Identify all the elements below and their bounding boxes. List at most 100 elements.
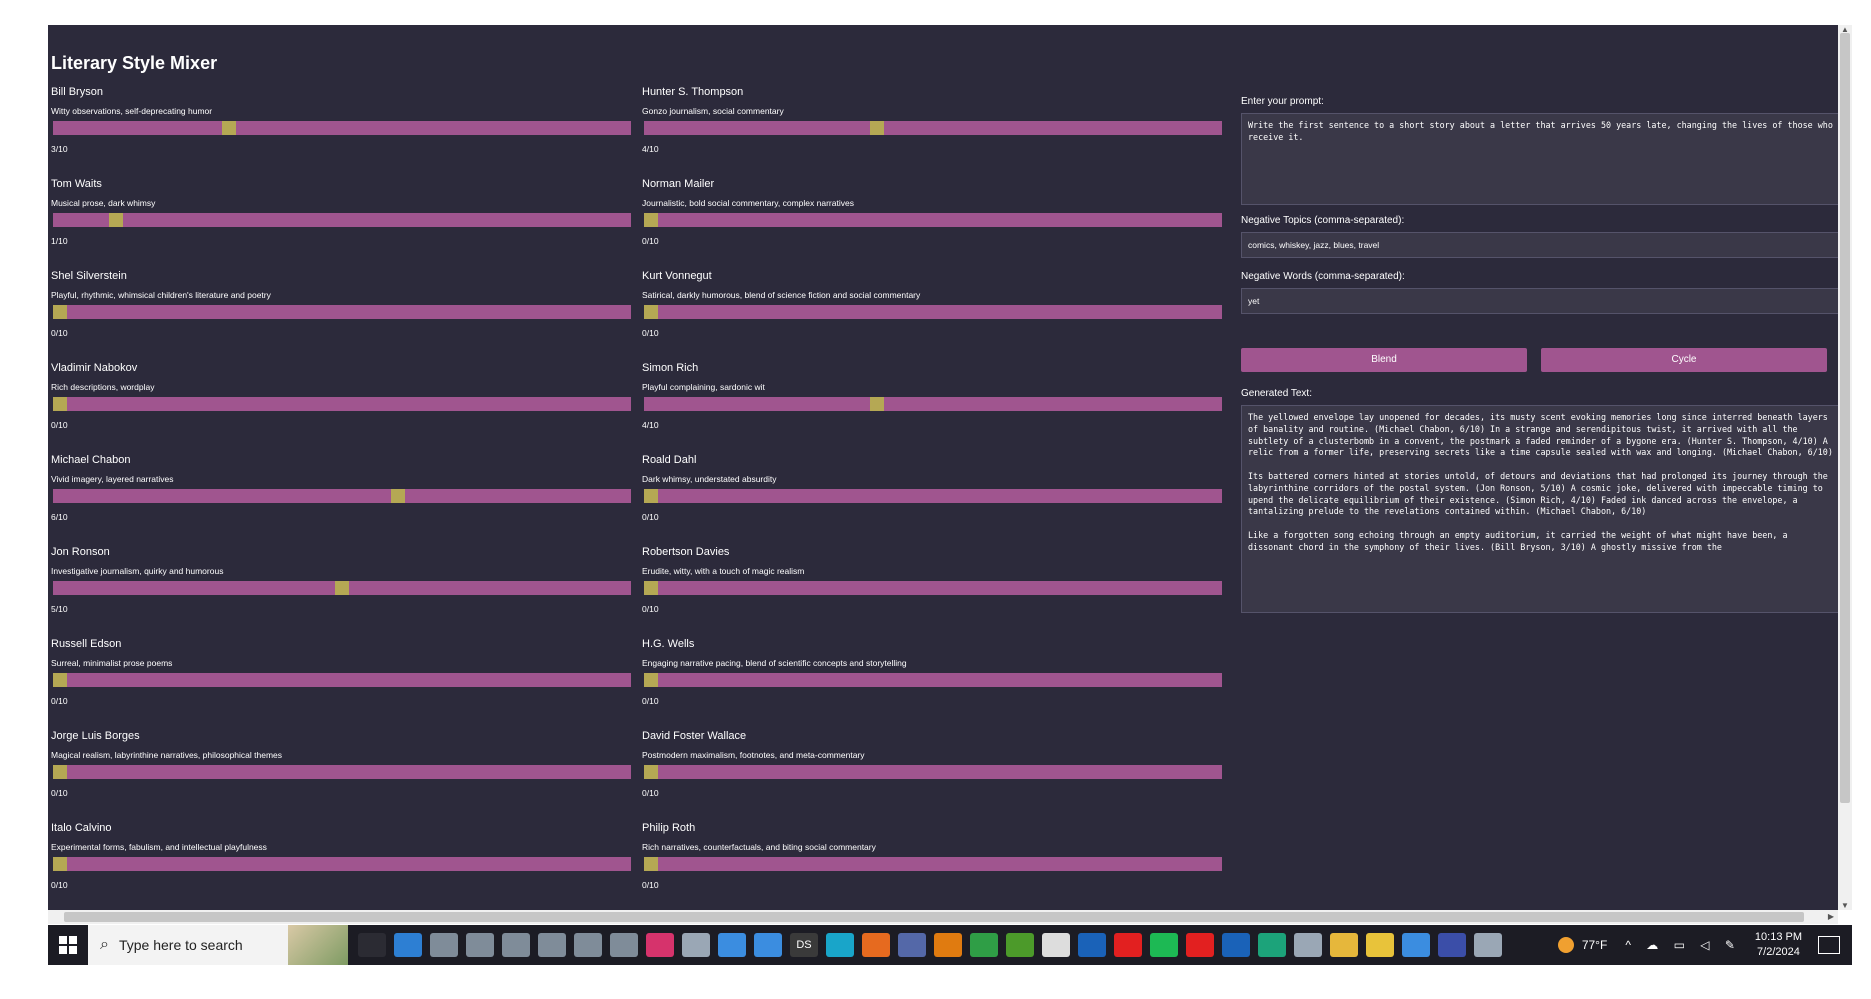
slider-thumb[interactable] — [869, 397, 884, 411]
weather-widget[interactable]: 77°F — [1557, 937, 1607, 953]
slider-thumb[interactable] — [53, 765, 67, 779]
window-icon[interactable] — [826, 933, 854, 957]
premiere-icon[interactable] — [1438, 933, 1466, 957]
author-weight-value: 0/10 — [51, 696, 68, 706]
author-description: Magical realism, labyrinthine narratives… — [51, 750, 283, 760]
author-weight-slider[interactable] — [53, 581, 631, 595]
app-icon[interactable] — [1474, 933, 1502, 957]
author-name: H.G. Wells — [642, 638, 695, 650]
slider-thumb[interactable] — [109, 213, 124, 227]
author-weight-slider[interactable] — [53, 673, 631, 687]
firefox-icon[interactable] — [862, 933, 890, 957]
horizontal-scroll-thumb[interactable] — [64, 912, 1804, 922]
file-icon[interactable] — [466, 933, 494, 957]
youtube-icon[interactable] — [1114, 933, 1142, 957]
slider-thumb[interactable] — [53, 305, 67, 319]
outlook-icon[interactable] — [1222, 933, 1250, 957]
author-weight-slider[interactable] — [644, 673, 1222, 687]
author-weight-value: 0/10 — [642, 696, 659, 706]
negative-topics-input[interactable]: comics, whiskey, jazz, blues, travel — [1241, 232, 1838, 258]
author-weight-slider[interactable] — [53, 305, 631, 319]
slider-thumb[interactable] — [644, 213, 658, 227]
slider-thumb[interactable] — [644, 489, 658, 503]
author-description: Journalistic, bold social commentary, co… — [642, 198, 854, 208]
search-app-icon[interactable] — [934, 933, 962, 957]
cloud-icon[interactable] — [718, 933, 746, 957]
prompt-textarea[interactable]: Write the first sentence to a short stor… — [1241, 113, 1838, 205]
note-icon[interactable] — [1366, 933, 1394, 957]
clock[interactable]: 10:13 PM 7/2/2024 — [1755, 930, 1802, 960]
slider-thumb[interactable] — [644, 305, 658, 319]
slider-thumb[interactable] — [222, 121, 237, 135]
author-weight-slider[interactable] — [644, 765, 1222, 779]
game-icon[interactable] — [1006, 933, 1034, 957]
file-icon[interactable] — [502, 933, 530, 957]
browser-icon[interactable] — [898, 933, 926, 957]
task-view-icon[interactable] — [358, 933, 386, 957]
file-icon[interactable] — [610, 933, 638, 957]
vertical-scroll-thumb[interactable] — [1840, 33, 1850, 803]
author-weight-slider[interactable] — [53, 121, 631, 135]
horizontal-scrollbar[interactable]: ▶ — [48, 910, 1838, 924]
author-weight-slider[interactable] — [53, 397, 631, 411]
cloud-icon[interactable] — [754, 933, 782, 957]
app-icon[interactable] — [1402, 933, 1430, 957]
author-weight-slider[interactable] — [644, 305, 1222, 319]
ds-icon[interactable]: DS — [790, 933, 818, 957]
author-slider-group: Bill Bryson Witty observations, self-depr… — [51, 83, 631, 175]
outlook-icon[interactable] — [1078, 933, 1106, 957]
slider-thumb[interactable] — [53, 857, 67, 871]
author-weight-slider[interactable] — [53, 857, 631, 871]
author-weight-value: 3/10 — [51, 144, 68, 154]
author-weight-slider[interactable] — [644, 581, 1222, 595]
spotify-icon[interactable] — [1150, 933, 1178, 957]
slider-thumb[interactable] — [869, 121, 884, 135]
edge-icon[interactable] — [1258, 933, 1286, 957]
file-icon[interactable] — [538, 933, 566, 957]
slider-thumb[interactable] — [391, 489, 406, 503]
author-weight-slider[interactable] — [53, 765, 631, 779]
author-weight-slider[interactable] — [644, 857, 1222, 871]
instagram-icon[interactable] — [646, 933, 674, 957]
notification-icon[interactable] — [1818, 936, 1840, 954]
scroll-right-icon[interactable]: ▶ — [1828, 910, 1834, 924]
negative-words-input[interactable]: yet — [1241, 288, 1838, 314]
author-weight-slider[interactable] — [644, 121, 1222, 135]
youtube-icon[interactable] — [1186, 933, 1214, 957]
vertical-scrollbar[interactable]: ▲ ▼ — [1838, 25, 1852, 910]
slider-thumb[interactable] — [53, 673, 67, 687]
search-highlight-image — [288, 925, 348, 965]
author-description: Satirical, darkly humorous, blend of sci… — [642, 290, 921, 300]
slider-thumb[interactable] — [644, 765, 658, 779]
slider-thumb[interactable] — [335, 581, 349, 595]
cycle-button[interactable]: Cycle — [1541, 348, 1827, 372]
author-weight-slider[interactable] — [53, 489, 631, 503]
author-weight-slider[interactable] — [644, 489, 1222, 503]
prompt-label: Enter your prompt: — [1241, 96, 1324, 107]
mail-icon[interactable] — [394, 933, 422, 957]
slider-thumb[interactable] — [53, 397, 67, 411]
author-slider-group: Robertson Davies Erudite, witty, with a t… — [642, 543, 1222, 635]
slider-thumb[interactable] — [644, 581, 658, 595]
tray-icons[interactable]: ^ ☁ ▭ ◁ ✎ — [1625, 938, 1741, 952]
app-icon[interactable] — [1294, 933, 1322, 957]
inkscape-icon[interactable] — [1042, 933, 1070, 957]
author-weight-slider[interactable] — [53, 213, 631, 227]
scroll-down-icon[interactable]: ▼ — [1838, 901, 1852, 910]
file-icon[interactable] — [430, 933, 458, 957]
chrome-icon[interactable] — [970, 933, 998, 957]
author-slider-group: Vladimir Nabokov Rich descriptions, wordp… — [51, 359, 631, 451]
folder-icon[interactable] — [1330, 933, 1358, 957]
slider-thumb[interactable] — [644, 857, 658, 871]
generated-textarea[interactable]: The yellowed envelope lay unopened for d… — [1241, 405, 1838, 613]
file-icon[interactable] — [574, 933, 602, 957]
slider-thumb[interactable] — [644, 673, 658, 687]
author-weight-value: 6/10 — [51, 512, 68, 522]
app-icon[interactable] — [682, 933, 710, 957]
author-weight-slider[interactable] — [644, 397, 1222, 411]
author-name: Russell Edson — [51, 638, 122, 650]
blend-button[interactable]: Blend — [1241, 348, 1527, 372]
author-weight-slider[interactable] — [644, 213, 1222, 227]
start-button[interactable] — [48, 925, 88, 965]
taskbar-search[interactable]: ⌕ Type here to search — [88, 925, 348, 965]
